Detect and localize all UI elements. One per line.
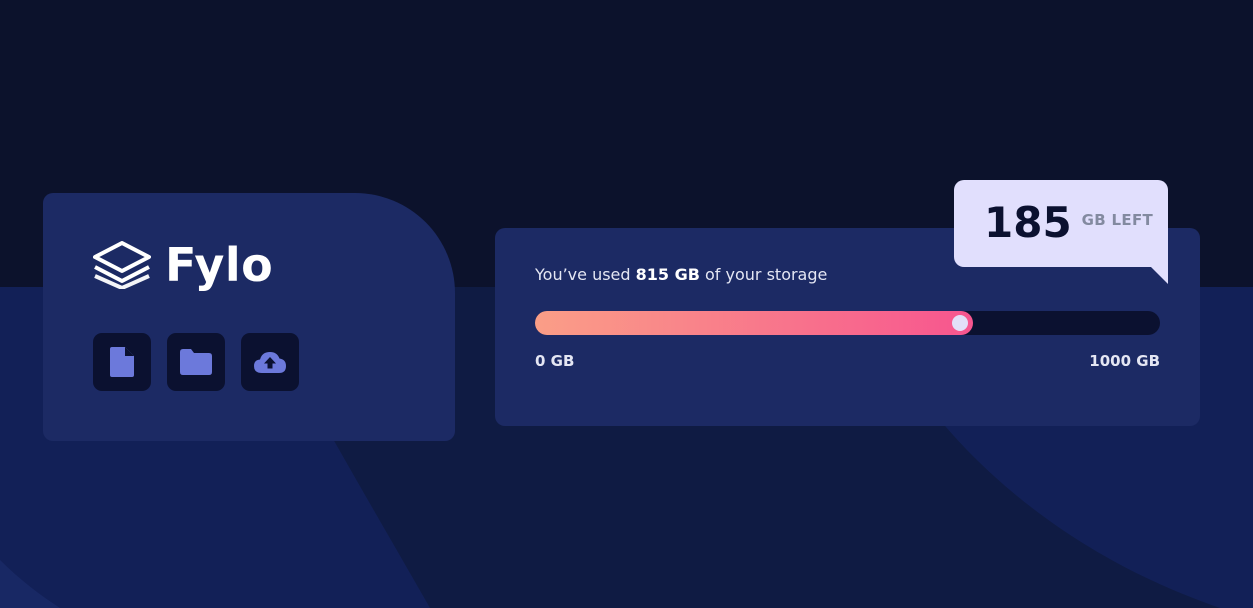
scale-max-label: 1000 GB [1089,352,1160,370]
callout-tail [1150,266,1168,284]
usage-text: You’ve used 815 GB of your storage [535,265,827,284]
remaining-content: 185 GB LEFT [984,202,1153,244]
remaining-value: 185 [984,198,1072,247]
brand-logo: Fylo [93,241,273,289]
upload-button[interactable] [241,333,299,391]
storage-progress-fill [535,311,973,335]
folder-icon [180,349,212,375]
usage-suffix: of your storage [699,265,828,284]
document-button[interactable] [93,333,151,391]
storage-progress-track [535,311,1160,335]
scale-min-label: 0 GB [535,352,575,370]
remaining-unit: GB LEFT [1081,211,1154,229]
remaining-callout: 185 GB LEFT [954,180,1168,267]
icon-toolbar [93,333,299,391]
folder-button[interactable] [167,333,225,391]
document-icon [110,347,134,377]
stacked-layers-icon [93,241,151,289]
logo-card: Fylo [43,193,455,441]
cloud-upload-icon [254,352,286,373]
brand-name: Fylo [165,238,274,292]
progress-knob[interactable] [952,315,968,331]
usage-prefix: You’ve used [535,265,636,284]
usage-amount: 815 GB [635,265,700,284]
